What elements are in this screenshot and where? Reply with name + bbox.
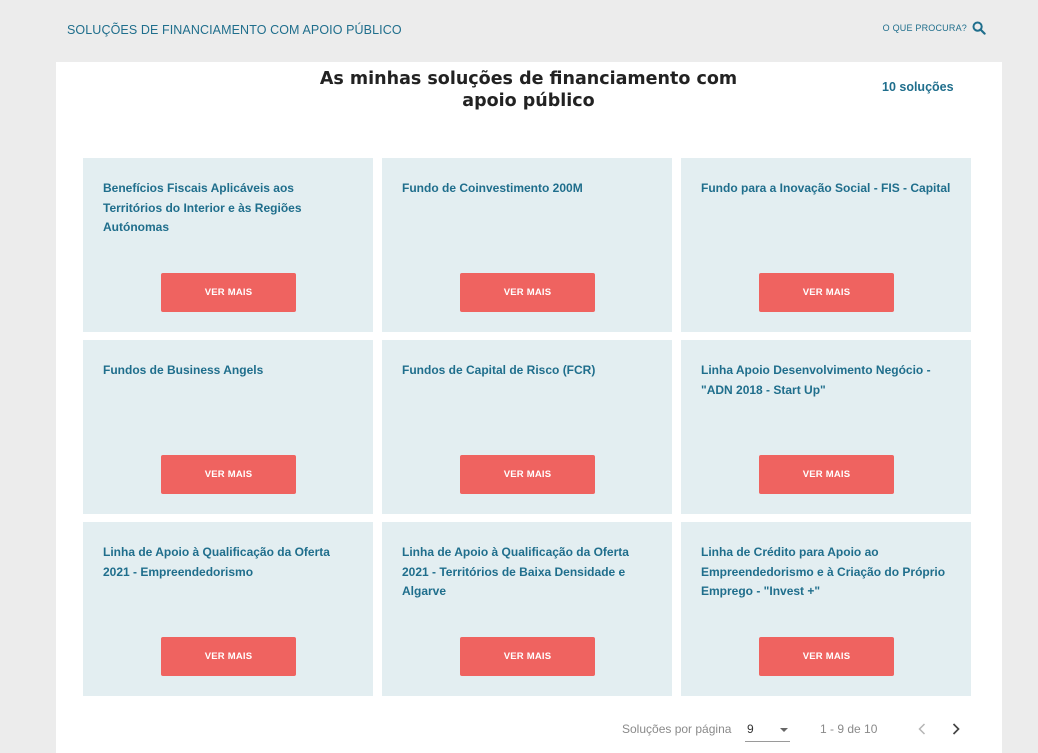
previous-page-button[interactable] <box>913 719 931 739</box>
chevron-right-icon <box>952 723 960 735</box>
solution-card: Linha Apoio Desenvolvimento Negócio - "A… <box>681 340 971 514</box>
solution-card: Linha de Apoio à Qualificação da Oferta … <box>382 522 672 696</box>
search-icon[interactable] <box>972 21 986 35</box>
solution-card-title[interactable]: Fundo para a Inovação Social - FIS - Cap… <box>701 179 951 199</box>
ver-mais-button[interactable]: VER MAIS <box>460 273 595 312</box>
solution-card: Linha de Crédito para Apoio ao Empreende… <box>681 522 971 696</box>
solution-card-title[interactable]: Fundos de Business Angels <box>103 361 353 381</box>
top-bar: SOLUÇÕES DE FINANCIAMENTO COM APOIO PÚBL… <box>0 0 1038 62</box>
search-button[interactable]: O QUE PROCURA? <box>883 21 986 35</box>
ver-mais-button[interactable]: VER MAIS <box>161 637 296 676</box>
solution-card: Fundos de Business Angels VER MAIS <box>83 340 373 514</box>
page-title-line1: As minhas soluções de financiamento com <box>319 69 738 89</box>
solution-card: Fundos de Capital de Risco (FCR) VER MAI… <box>382 340 672 514</box>
per-page-value: 9 <box>747 722 754 736</box>
ver-mais-button[interactable]: VER MAIS <box>759 637 894 676</box>
pagination: Soluções por página 9 1 - 9 de 10 <box>621 717 981 743</box>
solution-card-title[interactable]: Fundos de Capital de Risco (FCR) <box>402 361 652 381</box>
solution-card: Fundo de Coinvestimento 200M VER MAIS <box>382 158 672 332</box>
page-range: 1 - 9 de 10 <box>820 722 878 736</box>
search-label[interactable]: O QUE PROCURA? <box>883 23 967 33</box>
solution-card-title[interactable]: Linha Apoio Desenvolvimento Negócio - "A… <box>701 361 951 400</box>
solution-card-title[interactable]: Linha de Apoio à Qualificação da Oferta … <box>402 543 652 602</box>
next-page-button[interactable] <box>947 719 965 739</box>
page-title: As minhas soluções de financiamento com … <box>296 68 761 112</box>
ver-mais-button[interactable]: VER MAIS <box>161 455 296 494</box>
ver-mais-button[interactable]: VER MAIS <box>759 455 894 494</box>
solution-card: Linha de Apoio à Qualificação da Oferta … <box>83 522 373 696</box>
ver-mais-button[interactable]: VER MAIS <box>460 637 595 676</box>
ver-mais-button[interactable]: VER MAIS <box>460 455 595 494</box>
chevron-left-icon <box>918 723 926 735</box>
solutions-grid: Benefícios Fiscais Aplicáveis aos Territ… <box>83 158 971 696</box>
per-page-select[interactable]: 9 <box>745 717 790 742</box>
ver-mais-button[interactable]: VER MAIS <box>759 273 894 312</box>
main-panel: As minhas soluções de financiamento com … <box>56 62 1002 753</box>
solution-card-title[interactable]: Linha de Crédito para Apoio ao Empreende… <box>701 543 951 602</box>
solution-card-title[interactable]: Fundo de Coinvestimento 200M <box>402 179 652 199</box>
solution-card: Fundo para a Inovação Social - FIS - Cap… <box>681 158 971 332</box>
solution-card: Benefícios Fiscais Aplicáveis aos Territ… <box>83 158 373 332</box>
per-page-label: Soluções por página <box>622 722 732 736</box>
solution-card-title[interactable]: Linha de Apoio à Qualificação da Oferta … <box>103 543 353 582</box>
solution-card-title[interactable]: Benefícios Fiscais Aplicáveis aos Territ… <box>103 179 353 238</box>
page-title-line2: apoio público <box>462 91 595 111</box>
site-title[interactable]: SOLUÇÕES DE FINANCIAMENTO COM APOIO PÚBL… <box>67 23 402 37</box>
ver-mais-button[interactable]: VER MAIS <box>161 273 296 312</box>
solutions-count: 10 soluções <box>882 80 954 94</box>
chevron-down-icon <box>780 728 788 732</box>
